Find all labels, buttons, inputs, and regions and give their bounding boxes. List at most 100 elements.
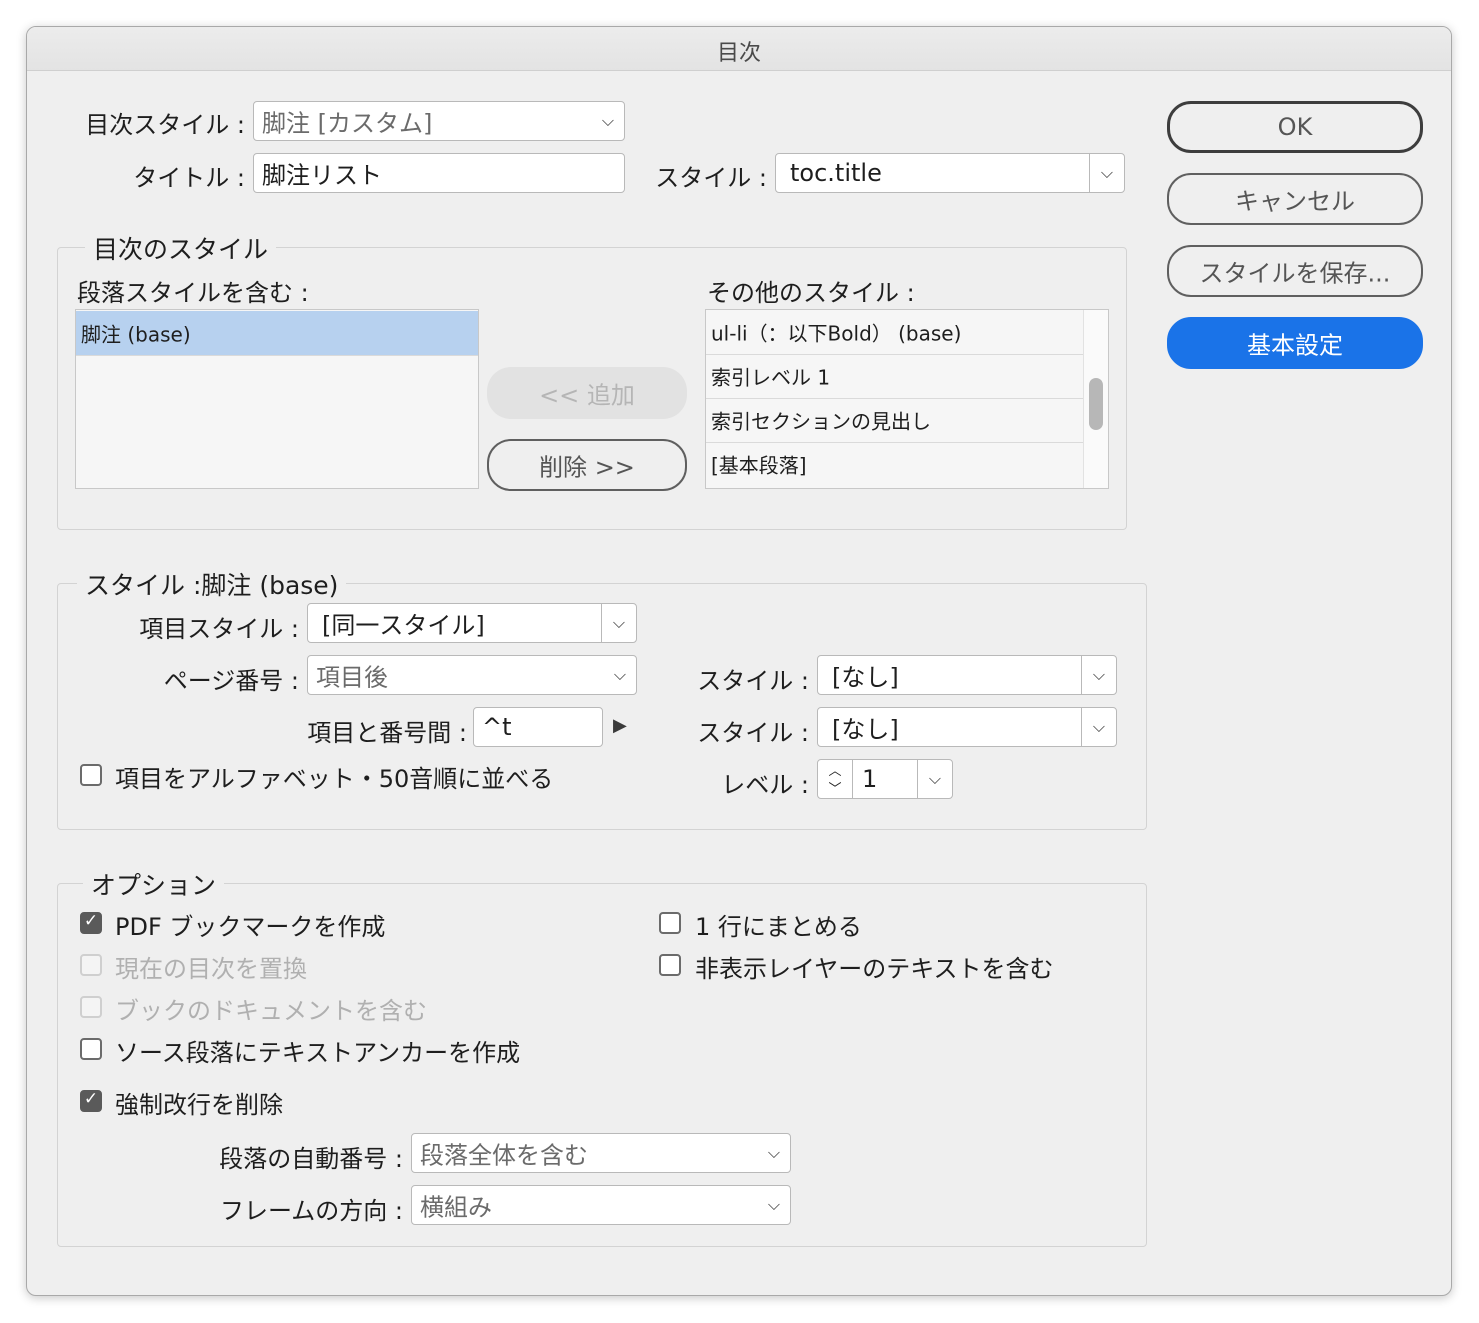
chevron-down-icon: ⌵ xyxy=(928,769,942,788)
scrollbar-track[interactable] xyxy=(1083,310,1108,488)
level-label: レベル : xyxy=(721,771,809,799)
cancel-button[interactable]: キャンセル xyxy=(1167,173,1423,225)
level-dropdown-button[interactable]: ⌵ xyxy=(917,760,952,798)
window-title: 目次 xyxy=(716,41,761,66)
include-book-label: ブックのドキュメントを含む xyxy=(115,997,427,1025)
title-style-value: toc.title xyxy=(790,159,882,187)
title-bar: 目次 xyxy=(27,27,1451,71)
checkmark-icon: ✓ xyxy=(83,911,99,931)
chevron-down-icon: ⌵ xyxy=(767,1195,780,1214)
run-in-label: 1 行にまとめる xyxy=(695,913,862,941)
between-entry-number-label: 項目と番号間 : xyxy=(307,719,467,747)
pdf-bookmark-checkbox[interactable]: ✓ xyxy=(80,911,102,934)
chevron-down-icon: ⌵ xyxy=(613,665,626,684)
hidden-layers-checkbox[interactable] xyxy=(659,954,681,976)
list-item-label: 索引レベル 1 xyxy=(711,365,831,390)
entry-style-combo[interactable]: [同一スタイル] ⌵ xyxy=(307,603,637,643)
page-number-value: 項目後 xyxy=(316,663,388,692)
include-book-checkbox[interactable] xyxy=(80,996,102,1018)
page-number-style-dropdown-button[interactable]: ⌵ xyxy=(1081,656,1116,694)
text-anchor-label: ソース段落にテキストアンカーを作成 xyxy=(115,1039,521,1067)
title-style-dropdown-button[interactable]: ⌵ xyxy=(1089,154,1124,192)
options-group-title: オプション xyxy=(83,866,225,902)
chevron-down-icon: ⌵ xyxy=(1100,163,1114,182)
run-in-checkbox[interactable] xyxy=(659,912,681,934)
remove-button-label: 削除 >> xyxy=(539,453,635,482)
chevron-down-icon: ⌵ xyxy=(612,613,626,632)
page-number-style-combo[interactable]: [なし] ⌵ xyxy=(817,655,1117,695)
entry-style-value: [同一スタイル] xyxy=(322,611,485,640)
list-item[interactable]: 脚注 (base) xyxy=(76,311,478,355)
chevron-down-icon: ⌵ xyxy=(767,1143,780,1162)
style-section-group-title: スタイル :脚注 (base) xyxy=(77,566,347,602)
ok-button-label: OK xyxy=(1277,113,1313,141)
chevron-up-icon[interactable]: ︿ xyxy=(818,760,852,779)
level-value: 1 xyxy=(862,765,878,793)
ok-button[interactable]: OK xyxy=(1167,101,1423,153)
include-styles-label: 段落スタイルを含む : xyxy=(77,279,309,307)
list-item[interactable]: ul-li（：以下Bold） (base) xyxy=(706,310,1108,354)
toc-style-value: 脚注 [カスタム] xyxy=(262,109,433,138)
toc-styles-group-title: 目次のスタイル xyxy=(85,230,277,266)
numbered-paragraphs-label: 段落の自動番号 : xyxy=(219,1145,403,1173)
between-style-value: [なし] xyxy=(832,715,899,744)
remove-breaks-label: 強制改行を削除 xyxy=(115,1091,283,1119)
between-style-dropdown-button[interactable]: ⌵ xyxy=(1081,708,1116,746)
frame-direction-dropdown[interactable]: 横組み ⌵ xyxy=(411,1185,791,1225)
chevron-down-icon[interactable]: ﹀ xyxy=(818,778,852,797)
between-entry-number-value: ^t xyxy=(482,713,512,741)
basic-settings-button[interactable]: 基本設定 xyxy=(1167,317,1423,369)
toc-style-dropdown[interactable]: 脚注 [カスタム] ⌵ xyxy=(253,101,625,141)
frame-direction-value: 横組み xyxy=(420,1193,492,1222)
other-styles-label: その他のスタイル : xyxy=(707,279,915,307)
between-style-combo[interactable]: [なし] ⌵ xyxy=(817,707,1117,747)
list-item[interactable]: 索引レベル 1 xyxy=(706,354,1108,398)
checkmark-icon: ✓ xyxy=(83,1089,99,1109)
level-stepper[interactable]: ︿ ﹀ xyxy=(818,760,853,798)
between-entry-number-input[interactable]: ^t xyxy=(473,707,603,747)
replace-toc-label: 現在の目次を置換 xyxy=(115,955,307,983)
save-style-button[interactable]: スタイルを保存... xyxy=(1167,245,1423,297)
title-style-combo[interactable]: toc.title ⌵ xyxy=(775,153,1125,193)
text-anchor-checkbox[interactable] xyxy=(80,1038,102,1060)
title-label: タイトル : xyxy=(133,164,245,192)
numbered-paragraphs-value: 段落全体を含む xyxy=(420,1141,588,1170)
list-item[interactable]: [基本段落] xyxy=(706,442,1108,486)
page-number-style-label: スタイル : xyxy=(697,667,809,695)
other-styles-list[interactable]: ul-li（：以下Bold） (base) 索引レベル 1 索引セクションの見出… xyxy=(705,309,1109,489)
list-item-label: 脚注 (base) xyxy=(81,322,191,347)
scrollbar-thumb[interactable] xyxy=(1089,378,1103,430)
chevron-down-icon: ⌵ xyxy=(601,111,614,130)
toc-style-label: 目次スタイル : xyxy=(85,111,245,139)
entry-style-dropdown-button[interactable]: ⌵ xyxy=(601,604,636,642)
title-style-label: スタイル : xyxy=(655,164,767,192)
page-number-dropdown[interactable]: 項目後 ⌵ xyxy=(307,655,637,695)
level-combo[interactable]: ︿ ﹀ 1 ⌵ xyxy=(817,759,953,799)
cancel-button-label: キャンセル xyxy=(1235,187,1355,216)
list-item-label: 索引セクションの見出し xyxy=(711,409,931,434)
frame-direction-label: フレームの方向 : xyxy=(220,1197,403,1225)
add-button[interactable]: << 追加 xyxy=(487,367,687,419)
remove-button[interactable]: 削除 >> xyxy=(487,439,687,491)
between-style-label: スタイル : xyxy=(697,719,809,747)
page-number-style-value: [なし] xyxy=(832,663,899,692)
chevron-down-icon: ⌵ xyxy=(1092,717,1106,736)
special-char-menu-icon[interactable]: ▶ xyxy=(613,715,627,736)
alpha-sort-label: 項目をアルファベット・50音順に並べる xyxy=(115,765,554,793)
save-style-button-label: スタイルを保存... xyxy=(1199,259,1391,288)
page-number-label: ページ番号 : xyxy=(163,667,299,695)
list-item[interactable]: 索引セクションの見出し xyxy=(706,398,1108,442)
numbered-paragraphs-dropdown[interactable]: 段落全体を含む ⌵ xyxy=(411,1133,791,1173)
replace-toc-checkbox[interactable] xyxy=(80,954,102,976)
list-item-label: ul-li（：以下Bold） (base) xyxy=(711,321,962,346)
chevron-down-icon: ⌵ xyxy=(1092,665,1106,684)
list-item-label: [基本段落] xyxy=(711,453,807,478)
title-input[interactable]: 脚注リスト xyxy=(253,153,625,193)
title-input-value: 脚注リスト xyxy=(262,161,382,190)
alpha-sort-checkbox[interactable] xyxy=(80,764,102,786)
add-button-label: << 追加 xyxy=(539,381,635,410)
toc-dialog: 目次 目次スタイル : 脚注 [カスタム] ⌵ タイトル : 脚注リスト スタイ… xyxy=(26,26,1452,1296)
remove-breaks-checkbox[interactable]: ✓ xyxy=(80,1089,102,1112)
hidden-layers-label: 非表示レイヤーのテキストを含む xyxy=(695,955,1054,983)
include-styles-list[interactable]: 脚注 (base) xyxy=(75,309,479,489)
